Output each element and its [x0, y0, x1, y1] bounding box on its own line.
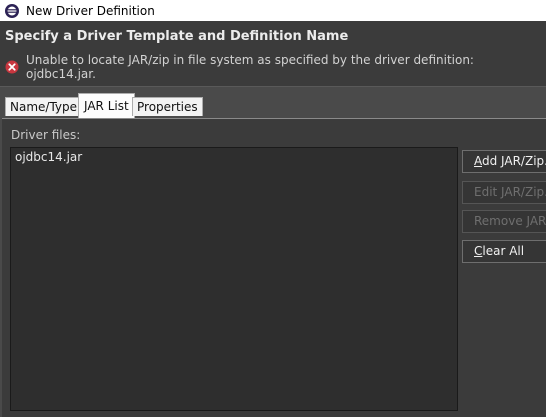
clear-all-label: lear All	[482, 244, 525, 258]
list-item[interactable]: ojdbc14.jar	[15, 150, 82, 164]
clear-all-button[interactable]: Clear All	[462, 240, 546, 263]
driver-files-label: Driver files:	[11, 128, 81, 142]
tab-properties[interactable]: Properties	[132, 97, 203, 116]
tab-bar: Name/Type JAR List Properties	[0, 87, 546, 118]
window-titlebar: New Driver Definition	[0, 0, 546, 21]
driver-files-list[interactable]: ojdbc14.jar	[10, 147, 458, 411]
jar-list-panel: Driver files: ojdbc14.jar Add JAR/Zip...…	[2, 118, 546, 417]
remove-jar-button[interactable]: Remove JAR/Zip	[462, 210, 546, 233]
edit-jar-button[interactable]: Edit JAR/Zip...	[462, 181, 546, 204]
add-jar-mnemonic: A	[474, 154, 482, 168]
add-jar-label: dd JAR/Zip...	[482, 154, 546, 168]
window-title: New Driver Definition	[26, 3, 155, 18]
wizard-banner: Specify a Driver Template and Definition…	[0, 21, 546, 86]
add-jar-button[interactable]: Add JAR/Zip...	[462, 150, 546, 173]
page-title: Specify a Driver Template and Definition…	[5, 29, 349, 44]
eclipse-app-icon	[4, 3, 20, 19]
error-icon	[5, 60, 19, 74]
error-message: Unable to locate JAR/zip in file system …	[26, 53, 474, 81]
tab-jar-list[interactable]: JAR List	[78, 93, 135, 118]
error-row: Unable to locate JAR/zip in file system …	[5, 53, 546, 81]
tab-name-type[interactable]: Name/Type	[5, 97, 83, 116]
